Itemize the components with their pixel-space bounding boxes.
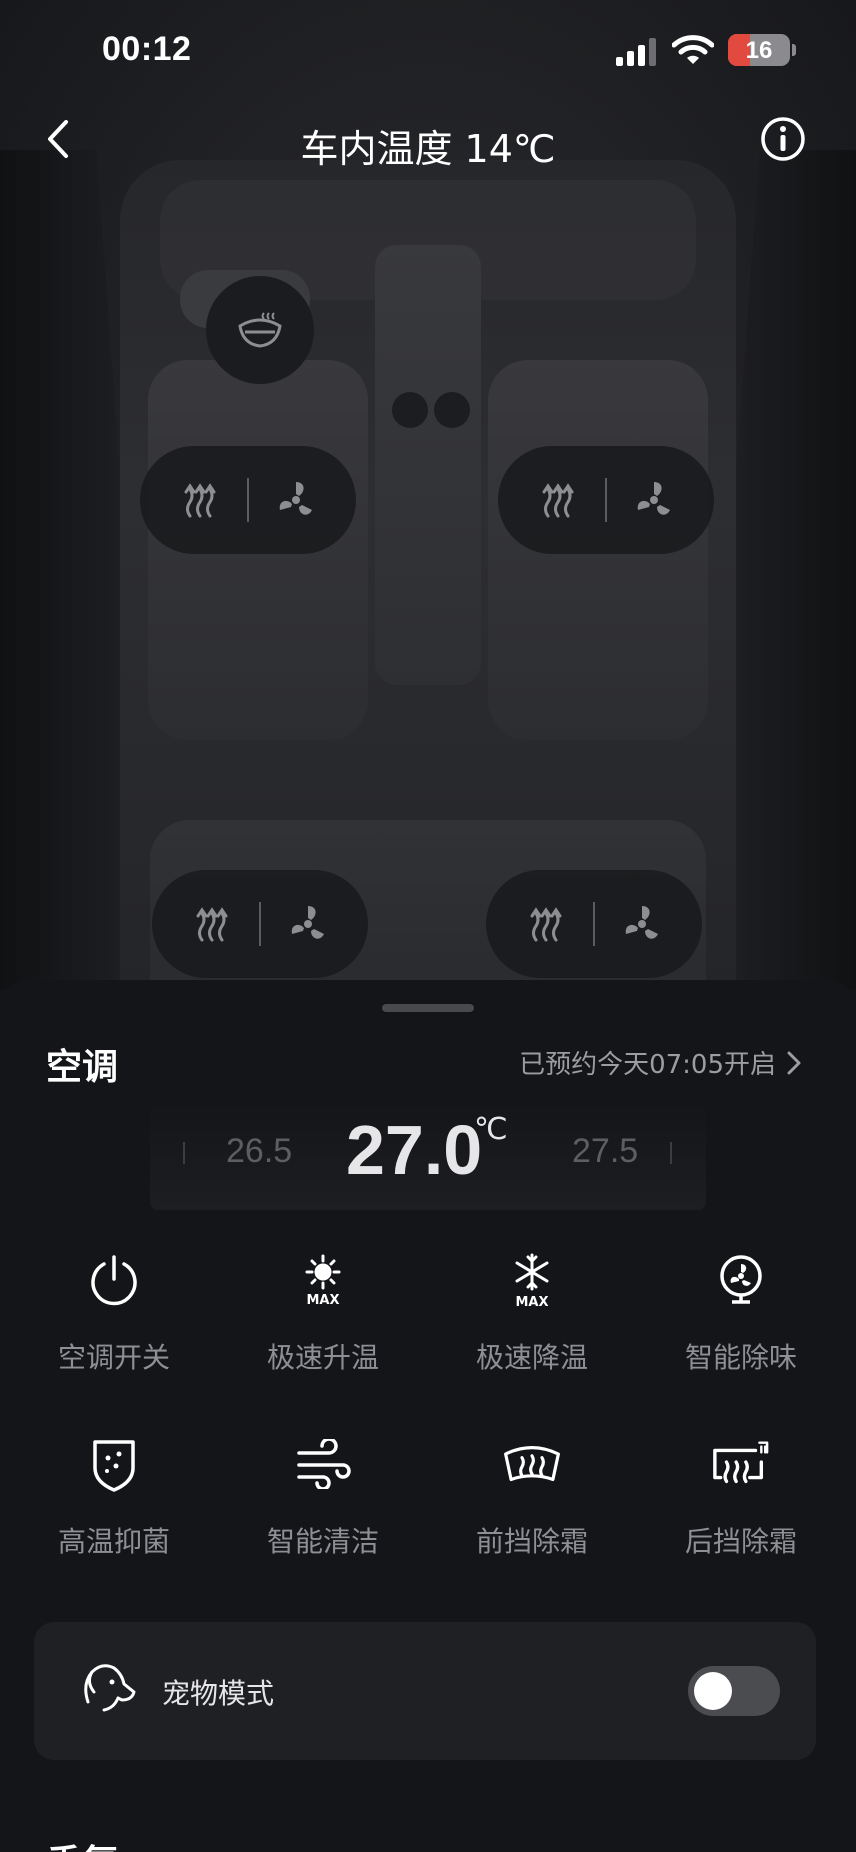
info-icon[interactable]	[760, 116, 806, 162]
deodorize-button[interactable]: 智能除味	[634, 1250, 848, 1400]
pet-mode-card: 宠物模式	[34, 1622, 816, 1760]
seat-heat-icon[interactable]	[178, 478, 222, 522]
battery-tip	[792, 44, 796, 56]
smart-clean-button[interactable]: 智能清洁	[216, 1434, 430, 1584]
cup-holder	[392, 392, 428, 428]
ac-power-button[interactable]: 空调开关	[7, 1250, 221, 1400]
cellular-signal-icon	[616, 38, 656, 66]
divider	[259, 902, 261, 946]
chevron-right-icon	[787, 1051, 801, 1074]
max-heat-icon: MAX	[293, 1250, 353, 1310]
seat-heat-icon[interactable]	[524, 902, 568, 946]
wifi-icon	[672, 35, 714, 64]
battery-percent: 16	[745, 37, 773, 64]
ac-schedule-text: 已预约今天07:05开启	[519, 1050, 776, 1080]
drag-handle[interactable]	[382, 1004, 474, 1012]
picker-tick	[183, 1142, 185, 1164]
center-console	[375, 245, 481, 685]
front-defrost-icon	[502, 1434, 562, 1494]
steering-wheel-heat-icon	[238, 312, 282, 348]
pet-mode-toggle[interactable]	[688, 1666, 780, 1716]
front-defrost-button[interactable]: 前挡除霜	[425, 1434, 639, 1584]
nav-bar: 车内温度 14℃	[0, 100, 856, 180]
seat-ventilation-icon[interactable]	[274, 478, 318, 522]
function-label: 智能除味	[684, 1341, 797, 1374]
divider	[247, 478, 249, 522]
pet-dog-icon	[84, 1664, 136, 1712]
rear-right-seat-controls	[486, 870, 702, 978]
svg-text:MAX: MAX	[515, 1295, 548, 1308]
ac-schedule-link[interactable]: 已预约今天07:05开启	[519, 1044, 802, 1081]
divider	[605, 478, 607, 522]
ac-control-sheet: 空调 已预约今天07:05开启 26.5 27.0 ℃ 27.5 空调开关 MA…	[0, 980, 856, 1852]
status-bar: 00:12 16	[0, 0, 856, 100]
seat-ventilation-icon[interactable]	[632, 478, 676, 522]
front-right-seat-controls	[498, 446, 714, 554]
function-label: 空调开关	[57, 1341, 170, 1374]
function-label: 智能清洁	[266, 1525, 379, 1558]
ac-section-title: 空调	[46, 1047, 119, 1088]
seat-heat-icon[interactable]	[536, 478, 580, 522]
front-left-seat-controls	[140, 446, 356, 554]
rear-defrost-icon	[711, 1434, 771, 1494]
svg-text:MAX: MAX	[306, 1293, 339, 1308]
temp-option-prev[interactable]: 26.5	[226, 1132, 292, 1171]
temp-unit: ℃	[474, 1113, 508, 1146]
battery-indicator: 16	[728, 34, 790, 66]
function-label: 高温抑菌	[57, 1525, 170, 1558]
seat-ventilation-icon[interactable]	[286, 902, 330, 946]
cup-holder	[434, 392, 470, 428]
function-label: 极速升温	[266, 1341, 379, 1374]
power-icon	[84, 1250, 144, 1310]
temp-current-value: 27.0	[346, 1111, 483, 1189]
function-label: 极速降温	[475, 1341, 588, 1374]
wind-clean-icon	[293, 1434, 353, 1494]
fragrance-section-title: 香氛	[46, 1834, 118, 1852]
steering-wheel-heat-button[interactable]	[206, 276, 314, 384]
toggle-knob	[694, 1672, 732, 1710]
function-label: 后挡除霜	[684, 1525, 797, 1558]
rear-left-seat-controls	[152, 870, 368, 978]
seat-heat-icon[interactable]	[190, 902, 234, 946]
status-time: 00:12	[102, 30, 192, 68]
rear-defrost-button[interactable]: 后挡除霜	[634, 1434, 848, 1584]
picker-tick	[670, 1142, 672, 1164]
seat-ventilation-icon[interactable]	[620, 902, 664, 946]
deodorize-fan-icon	[711, 1250, 771, 1310]
max-cool-icon: MAX	[502, 1250, 562, 1310]
temp-option-next[interactable]: 27.5	[572, 1132, 638, 1171]
pet-mode-label: 宠物模式	[162, 1677, 275, 1710]
sterilize-shield-icon	[84, 1434, 144, 1494]
sterilize-button[interactable]: 高温抑菌	[7, 1434, 221, 1584]
max-cool-button[interactable]: MAX 极速降温	[425, 1250, 639, 1400]
max-heat-button[interactable]: MAX 极速升温	[216, 1250, 430, 1400]
page-title: 车内温度 14℃	[300, 127, 556, 171]
function-label: 前挡除霜	[475, 1525, 588, 1558]
divider	[593, 902, 595, 946]
